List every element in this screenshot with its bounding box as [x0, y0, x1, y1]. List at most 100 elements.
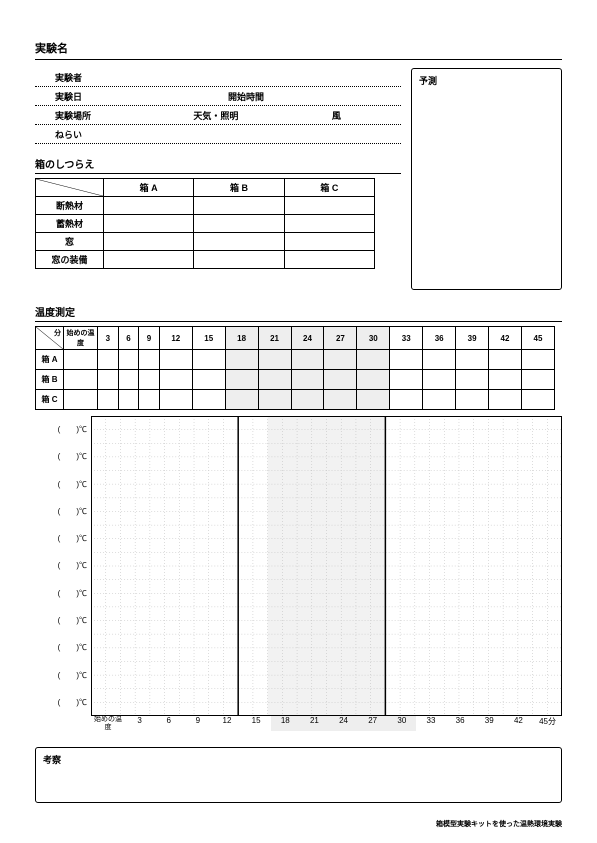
measure-init-cell[interactable]	[64, 390, 98, 410]
page-title: 実験名	[35, 40, 562, 60]
measure-cell[interactable]	[423, 350, 456, 370]
setup-cell[interactable]	[284, 215, 374, 233]
setup-cell[interactable]	[284, 251, 374, 269]
measure-cell[interactable]	[357, 350, 390, 370]
meta-date-label: 実験日	[55, 90, 228, 103]
measure-cell[interactable]	[192, 370, 225, 390]
setup-cell[interactable]	[284, 233, 374, 251]
measure-cell[interactable]	[456, 370, 489, 390]
measure-cell[interactable]	[192, 350, 225, 370]
measure-cell[interactable]	[521, 370, 554, 390]
predict-label: 予測	[419, 76, 437, 86]
measure-cell[interactable]	[225, 390, 258, 410]
chart-x-tick: 39	[475, 716, 504, 731]
minute-label: 分	[54, 328, 61, 338]
chart-y-tick: ( )℃	[35, 634, 91, 661]
chart-y-tick: ( )℃	[35, 498, 91, 525]
chart-xlabels: 始めの温度 369121518212427303336394245分	[91, 716, 562, 731]
setup-cell[interactable]	[194, 251, 284, 269]
meta-wind-label: 風	[332, 109, 401, 122]
measure-cell[interactable]	[390, 370, 423, 390]
measure-cell[interactable]	[521, 390, 554, 410]
measure-time-head: 3	[98, 327, 119, 350]
measure-time-head: 36	[423, 327, 456, 350]
measure-cell[interactable]	[118, 370, 139, 390]
chart-x-tick: 12	[212, 716, 241, 731]
meta-weather-label: 天気・照明	[193, 109, 331, 122]
chart-x-tick: 3	[125, 716, 154, 731]
measure-cell[interactable]	[139, 350, 160, 370]
measure-cell[interactable]	[423, 370, 456, 390]
measure-cell[interactable]	[324, 350, 357, 370]
chart-y-tick: ( )℃	[35, 552, 91, 579]
setup-cell[interactable]	[104, 197, 194, 215]
measure-cell[interactable]	[390, 350, 423, 370]
measure-cell[interactable]	[489, 350, 522, 370]
chart-y-tick: ( )℃	[35, 471, 91, 498]
measure-cell[interactable]	[357, 390, 390, 410]
measure-time-head: 42	[489, 327, 522, 350]
meta-block: 実験者 実験日 開始時間 実験場所 天気・照明 風 ねらい 箱のしつらえ	[35, 68, 401, 290]
measure-cell[interactable]	[291, 370, 324, 390]
measure-cell[interactable]	[521, 350, 554, 370]
measure-cell[interactable]	[456, 350, 489, 370]
chart-y-tick: ( )℃	[35, 689, 91, 716]
setup-cell[interactable]	[104, 215, 194, 233]
setup-cell[interactable]	[194, 233, 284, 251]
measure-cell[interactable]	[139, 370, 160, 390]
measure-cell[interactable]	[159, 350, 192, 370]
setup-cell[interactable]	[194, 215, 284, 233]
measure-init-cell[interactable]	[64, 370, 98, 390]
consider-box[interactable]: 考察	[35, 747, 562, 803]
measure-row-head: 箱 C	[36, 390, 64, 410]
setup-table: 箱 A 箱 B 箱 C 断熱材蓄熱材窓窓の装備	[35, 178, 375, 269]
measure-time-head: 30	[357, 327, 390, 350]
chart-y-tick: ( )℃	[35, 525, 91, 552]
chart-x-tick: 9	[183, 716, 212, 731]
measure-cell[interactable]	[456, 390, 489, 410]
measure-cell[interactable]	[159, 390, 192, 410]
chart-x-tick: 45分	[533, 716, 562, 731]
measure-cell[interactable]	[324, 390, 357, 410]
setup-cell[interactable]	[284, 197, 374, 215]
setup-row-head: 窓の装備	[36, 251, 104, 269]
chart-x-tick: 21	[300, 716, 329, 731]
measure-cell[interactable]	[258, 350, 291, 370]
chart-x-tick: 6	[154, 716, 183, 731]
measure-cell[interactable]	[489, 370, 522, 390]
measure-time-head: 24	[291, 327, 324, 350]
meta-experimenter-row: 実験者	[35, 68, 401, 87]
measure-cell[interactable]	[98, 350, 119, 370]
measure-cell[interactable]	[390, 390, 423, 410]
chart-x-tick: 24	[329, 716, 358, 731]
measure-cell[interactable]	[225, 370, 258, 390]
measure-cell[interactable]	[291, 390, 324, 410]
measure-cell[interactable]	[118, 350, 139, 370]
measure-cell[interactable]	[291, 350, 324, 370]
measure-cell[interactable]	[159, 370, 192, 390]
predict-box[interactable]: 予測	[411, 68, 562, 290]
measure-cell[interactable]	[489, 390, 522, 410]
measure-cell[interactable]	[423, 390, 456, 410]
measure-cell[interactable]	[357, 370, 390, 390]
measure-cell[interactable]	[324, 370, 357, 390]
measure-cell[interactable]	[139, 390, 160, 410]
chart-x-tick: 15	[242, 716, 271, 731]
meta-experimenter-label: 実験者	[55, 71, 401, 84]
measure-cell[interactable]	[258, 370, 291, 390]
chart-x-tick: 27	[358, 716, 387, 731]
measure-cell[interactable]	[258, 390, 291, 410]
chart-y-tick: ( )℃	[35, 443, 91, 470]
measure-time-head: 45	[521, 327, 554, 350]
setup-cell[interactable]	[194, 197, 284, 215]
measure-cell[interactable]	[118, 390, 139, 410]
measure-cell[interactable]	[192, 390, 225, 410]
setup-cell[interactable]	[104, 251, 194, 269]
setup-cell[interactable]	[104, 233, 194, 251]
measure-cell[interactable]	[98, 370, 119, 390]
measure-cell[interactable]	[98, 390, 119, 410]
measure-cell[interactable]	[225, 350, 258, 370]
measure-init-cell[interactable]	[64, 350, 98, 370]
setup-row-head: 蓄熱材	[36, 215, 104, 233]
chart-ylabels: ( )℃( )℃( )℃( )℃( )℃( )℃( )℃( )℃( )℃( )℃…	[35, 416, 91, 716]
